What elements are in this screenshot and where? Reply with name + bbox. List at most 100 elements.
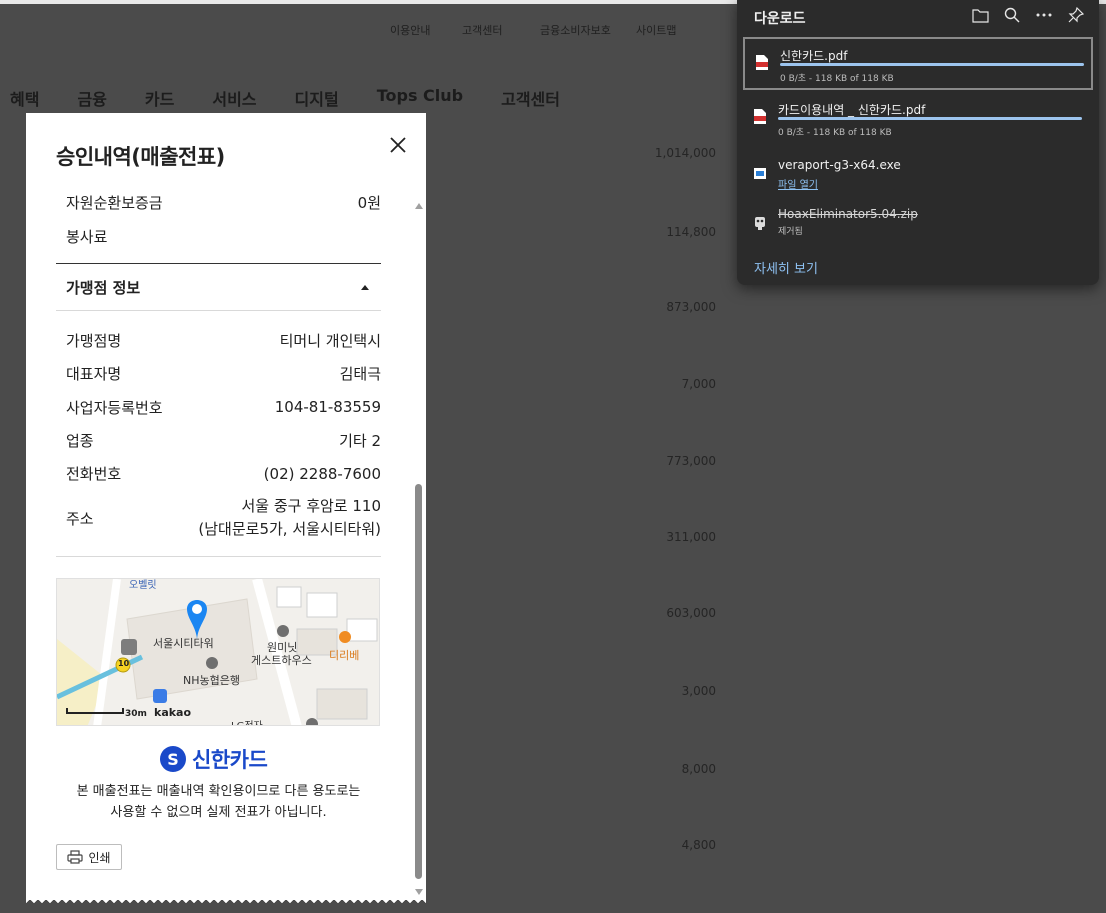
map-label-bottom: LG전자 <box>231 717 263 725</box>
map-label-bank: NH농협은행 <box>183 674 240 687</box>
disclaimer: 본 매출전표는 매출내역 확인용이므로 다른 용도로는 사용할 수 없으며 실제… <box>56 781 381 823</box>
shinhan-logo-icon: S <box>160 746 186 772</box>
row-value: 104-81-83559 <box>274 398 381 416</box>
bg-amount: 114,800 <box>666 225 716 239</box>
map-label-shop: 디리베 <box>329 649 360 662</box>
map-provider: kakao <box>154 706 192 719</box>
address-line1: 서울 중구 후암로 110 <box>241 497 381 515</box>
download-item[interactable]: 신한카드.pdf 0 B/초 - 118 KB of 118 KB <box>743 37 1093 90</box>
file-status: 0 B/초 - 118 KB of 118 KB <box>778 128 892 138</box>
file-name: 카드이용내역 _ 신한카드.pdf <box>778 103 926 117</box>
row-label: 업종 <box>66 432 94 450</box>
detail-row: 봉사료 <box>56 219 381 253</box>
bg-amount: 4,800 <box>681 838 716 852</box>
row-label: 자원순환보증금 <box>66 193 163 212</box>
bg-nav-item[interactable]: 고객센터 <box>501 86 560 110</box>
pdf-icon <box>754 109 766 124</box>
receipt-edge <box>26 898 426 904</box>
bg-nav-item[interactable]: 서비스 <box>212 86 256 110</box>
downloads-toolbar <box>971 6 1085 24</box>
row-label: 전화번호 <box>66 465 122 483</box>
modal-title: 승인내역(매출전표) <box>56 145 225 169</box>
map-label-building: 서울시티타워 <box>153 637 214 650</box>
address-row: 주소 서울 중구 후암로 110 (남대문로5가, 서울시티타워) <box>56 490 381 546</box>
map-label-guesthouse2: 게스트하우스 <box>251 654 312 667</box>
row-value: 티머니 개인택시 <box>279 331 381 350</box>
map-label-top: 오벨릿 <box>129 580 157 591</box>
downloads-title: 다운로드 <box>754 11 806 27</box>
open-folder-icon[interactable] <box>971 6 989 24</box>
bg-nav-item[interactable]: 금융 <box>77 86 106 110</box>
bg-nav-item[interactable]: Tops Club <box>377 86 463 110</box>
exe-icon <box>754 168 766 179</box>
scroll-thumb[interactable] <box>415 484 422 879</box>
more-options-icon[interactable] <box>1035 6 1053 24</box>
caret-up-icon <box>361 284 369 290</box>
sales-slip-modal: 승인내역(매출전표) 자원순환보증금 0원 봉사료 가맹점 정보 가맹점명 티머… <box>26 113 426 900</box>
disclaimer-line1: 본 매출전표는 매출내역 확인용이므로 다른 용도로는 <box>76 784 361 799</box>
printer-icon <box>67 850 84 864</box>
zip-icon <box>755 217 765 230</box>
file-status: 제거됨 <box>778 227 803 237</box>
bg-top-link[interactable]: 이용안내 <box>390 22 430 38</box>
merchant-row: 업종 기타 2 <box>56 424 381 457</box>
route-number: 10 <box>118 659 130 668</box>
row-label: 가맹점명 <box>66 331 122 350</box>
close-button[interactable] <box>388 135 408 155</box>
pin-icon[interactable] <box>1067 6 1085 24</box>
row-value: 김태극 <box>339 365 381 383</box>
see-more-link[interactable]: 자세히 보기 <box>754 258 818 277</box>
bg-top-link[interactable]: 사이트맵 <box>636 22 676 38</box>
detail-row: 자원순환보증금 0원 <box>56 185 381 219</box>
close-icon <box>390 137 406 153</box>
row-label: 주소 <box>66 509 94 528</box>
merchant-row: 전화번호 (02) 2288-7600 <box>56 457 381 490</box>
section-title: 가맹점 정보 <box>66 278 141 297</box>
bg-nav-item[interactable]: 혜택 <box>10 86 39 110</box>
merchant-section-toggle[interactable]: 가맹점 정보 <box>56 264 381 310</box>
download-item[interactable]: 카드이용내역 _ 신한카드.pdf 0 B/초 - 118 KB of 118 … <box>743 93 1093 146</box>
row-value: 0원 <box>357 193 381 212</box>
merchant-row: 사업자등록번호 104-81-83559 <box>56 390 381 424</box>
merchant-row: 가맹점명 티머니 개인택시 <box>56 323 381 357</box>
bg-amount: 8,000 <box>681 762 716 776</box>
divider <box>56 556 381 557</box>
brand-name: 신한카드 <box>192 748 268 772</box>
bg-amount: 1,014,000 <box>654 146 716 160</box>
bg-amount: 773,000 <box>666 454 716 468</box>
file-name: 신한카드.pdf <box>780 49 848 63</box>
bg-top-link[interactable]: 고객센터 <box>462 22 502 38</box>
downloads-panel: 다운로드 신한카드.pdf 0 B/초 - 118 KB of 118 KB 카… <box>737 0 1099 285</box>
file-name: HoaxEliminator5.04.zip <box>778 207 918 221</box>
file-name: veraport-g3-x64.exe <box>778 158 901 172</box>
disclaimer-line2: 사용할 수 없으며 실제 전표가 아닙니다. <box>110 805 327 820</box>
bg-main-nav: 혜택 금융 카드 서비스 디지털 Tops Club 고객센터 <box>10 86 598 110</box>
merchant-row: 대표자명 김태극 <box>56 357 381 390</box>
bg-amount: 311,000 <box>666 530 716 544</box>
download-item[interactable]: HoaxEliminator5.04.zip 제거됨 <box>743 199 1093 252</box>
map-scale: 30m <box>125 709 147 719</box>
brand-logo: S 신한카드 <box>160 744 268 774</box>
file-status: 0 B/초 - 118 KB of 118 KB <box>780 74 894 84</box>
bg-amount: 3,000 <box>681 684 716 698</box>
row-label: 대표자명 <box>66 365 122 383</box>
print-button[interactable]: 인쇄 <box>56 844 122 870</box>
row-label: 사업자등록번호 <box>66 398 163 417</box>
bg-nav-item[interactable]: 디지털 <box>295 86 339 110</box>
open-file-link[interactable]: 파일 열기 <box>778 176 818 191</box>
pdf-icon <box>756 55 768 70</box>
modal-body: 자원순환보증금 0원 봉사료 가맹점 정보 가맹점명 티머니 개인택시 대표자명… <box>56 185 381 557</box>
bg-amount: 603,000 <box>666 606 716 620</box>
row-label: 봉사료 <box>66 227 108 246</box>
search-icon[interactable] <box>1003 6 1021 24</box>
bg-top-link[interactable]: 금융소비자보호 <box>540 22 611 38</box>
download-progress <box>778 117 1082 120</box>
download-item[interactable]: veraport-g3-x64.exe 파일 열기 <box>743 150 1093 203</box>
bg-nav-item[interactable]: 카드 <box>145 86 174 110</box>
address-line2: (남대문로5가, 서울시티타워) <box>198 520 381 538</box>
row-value: 기타 2 <box>339 432 381 450</box>
address-value: 서울 중구 후암로 110 (남대문로5가, 서울시티타워) <box>198 495 381 541</box>
location-map[interactable]: 오벨릿 서울시티타워 NH농협은행 원미닛 게스트하우스 디리베 LG전자 10… <box>56 578 380 726</box>
print-label: 인쇄 <box>88 850 111 865</box>
bg-amount: 7,000 <box>681 377 716 391</box>
